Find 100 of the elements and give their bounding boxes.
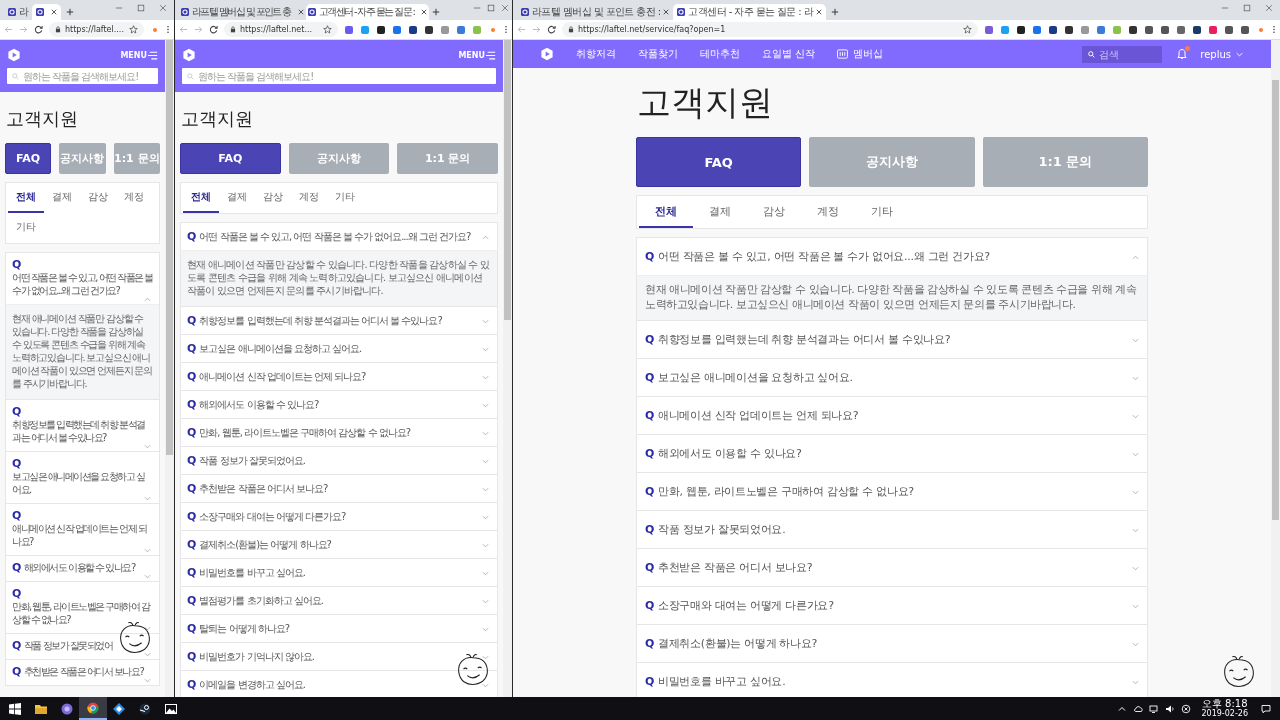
browser-tab[interactable]: 라프텔 멤버십 및 포인트 충 bbox=[179, 4, 306, 20]
question-text: 추천받은 작품은 어디서 보나요? bbox=[23, 665, 144, 678]
question-text: 추천받은 작품은 어디서 보나요? bbox=[658, 560, 813, 575]
question-text: 애니메이션 신작 업데이트는 언제 되나요? bbox=[658, 408, 859, 423]
q-label: Q bbox=[12, 457, 20, 470]
question-text: 비밀번호를 바꾸고 싶어요. bbox=[199, 565, 305, 580]
category-tab[interactable]: 계정 bbox=[801, 196, 855, 228]
question-text: 애니메이션 신작 업데이트는 언제 되나요? bbox=[199, 369, 366, 384]
q-label: Q bbox=[645, 409, 655, 422]
browser-tab[interactable]: 라 bbox=[4, 4, 32, 20]
q-label: Q bbox=[645, 447, 655, 460]
question-text: 애니메이션 신작 업데이트는 언제 되나요? bbox=[12, 522, 148, 548]
q-label: Q bbox=[645, 637, 655, 650]
category-tab[interactable]: 기타 bbox=[327, 183, 363, 213]
nav-link[interactable]: 테마추천 bbox=[700, 47, 740, 61]
question-text: 작품 정보가 잘못되었어요. bbox=[199, 453, 305, 468]
search-field[interactable]: 검색 bbox=[1082, 45, 1163, 63]
question-text: 비밀번호를 바꾸고 싶어요. bbox=[658, 674, 786, 689]
q-label: Q bbox=[187, 678, 196, 691]
question-text: 탈퇴는 어떻게 하나요? bbox=[199, 621, 290, 636]
question-text: 취향정보를 입력했는데 취향 분석결과는 어디서 볼 수있나요? bbox=[12, 418, 146, 444]
category-tab[interactable]: 감상 bbox=[80, 183, 116, 213]
browser-tab[interactable]: 라프텔 멤버십 및 포인트 충전 : bbox=[517, 4, 674, 20]
question-text: 어떤 작품은 볼 수 있고, 어떤 작품은 볼 수가 없어요...왜 그런 건가요? bbox=[12, 271, 153, 297]
category-tab[interactable]: 결제 bbox=[693, 196, 747, 228]
q-label: Q bbox=[645, 333, 655, 346]
q-label: Q bbox=[187, 622, 196, 635]
address-field[interactable]: https://laftel.... bbox=[49, 22, 144, 37]
question-text: 별점평가를 초기화하고 싶어요. bbox=[199, 593, 323, 608]
address-field[interactable]: https://laftel.net/service/faq?open=1 bbox=[562, 22, 978, 37]
nav-link[interactable]: 작품찾기 bbox=[638, 47, 678, 61]
question-text: 만화, 웹툰, 라이트노벨은 구매하여 감상할 수 없나요? bbox=[199, 425, 411, 440]
q-label: Q bbox=[645, 675, 655, 688]
menu-button[interactable]: MENU bbox=[458, 50, 496, 60]
nav-link[interactable]: 요일별 신작 bbox=[762, 47, 816, 61]
q-label: Q bbox=[12, 587, 20, 600]
browser-tab[interactable]: 고객센터 - 자주 묻는 질문 : 라 bbox=[673, 4, 827, 20]
question-text: 보고싶은 애니메이션을 요청하고 싶어요. bbox=[199, 341, 362, 356]
q-label: Q bbox=[187, 566, 196, 579]
q-label: Q bbox=[187, 650, 196, 663]
q-label: Q bbox=[645, 561, 655, 574]
category-tab[interactable]: 계정 bbox=[291, 183, 327, 213]
category-tab[interactable]: 전체 bbox=[8, 183, 44, 213]
question-text: 추천받은 작품은 어디서 보나요? bbox=[199, 481, 328, 496]
clock-date[interactable]: 2019-02-26 bbox=[1201, 709, 1248, 719]
nav-link[interactable]: 취향저격 bbox=[576, 47, 616, 61]
question-text: 어떤 작품은 볼 수 있고, 어떤 작품은 볼 수가 없어요...왜 그런 건가요? bbox=[658, 249, 990, 264]
category-tab[interactable]: 결제 bbox=[44, 183, 80, 213]
section-button[interactable]: FAQ bbox=[180, 143, 281, 174]
q-label: Q bbox=[645, 485, 655, 498]
question-text: 해외에서도 이용할 수 있나요? bbox=[658, 446, 802, 461]
q-label: Q bbox=[187, 314, 196, 327]
question-text: 이메일을 변경하고 싶어요. bbox=[199, 677, 305, 692]
category-tab[interactable]: 전체 bbox=[183, 183, 219, 213]
menu-button[interactable]: MENU bbox=[120, 50, 158, 60]
category-tab[interactable]: 감상 bbox=[747, 196, 801, 228]
q-label: Q bbox=[187, 594, 196, 607]
question-text: 작품 정보가 잘못되었어 bbox=[23, 639, 113, 652]
search-field[interactable]: 원하는 작품을 검색해보세요! bbox=[7, 68, 158, 84]
page-title: 고객지원 bbox=[6, 107, 79, 131]
q-label: Q bbox=[187, 398, 196, 411]
q-label: Q bbox=[12, 509, 20, 522]
q-label: Q bbox=[645, 599, 655, 612]
question-text: 작품 정보가 잘못되었어요. bbox=[658, 522, 786, 537]
clock-time[interactable]: 오후 8:18 bbox=[1201, 698, 1248, 709]
question-text: 비밀번호가 기억나지 않아요. bbox=[199, 649, 314, 664]
category-tab[interactable]: 감상 bbox=[255, 183, 291, 213]
page-title: 고객지원 bbox=[181, 107, 254, 131]
q-label: Q bbox=[12, 639, 20, 652]
category-tab[interactable]: 기타 bbox=[855, 196, 909, 228]
question-text: 해외에서도 이용할 수 있나요? bbox=[199, 397, 319, 412]
category-tab[interactable]: 결제 bbox=[219, 183, 255, 213]
q-label: Q bbox=[187, 370, 196, 383]
category-tab[interactable]: 전체 bbox=[639, 196, 693, 228]
user-menu[interactable]: replus bbox=[1200, 48, 1243, 60]
answer-text: 현재 애니메이션 작품만 감상할 수 있습니다. 다양한 작품을 감상하실 수 있도록 콘텐츠 수급을 위해 계속 노력하고있습니다. 보고싶으신 애니메이션 작품이 있으면 언제든지 문의를 주시기바랍니다. bbox=[637, 275, 1147, 320]
answer-text: 현재 애니메이션 작품만 감상할 수 있습니다. 다양한 작품을 감상하실 수 있도록 콘텐츠 수급을 위해 계속 노력하고있습니다. 보고싶으신 애니메이션 작품이 있으면 언제든지 문의를 주시기바랍니다. bbox=[6, 304, 159, 399]
q-label: Q bbox=[12, 405, 20, 418]
question-text: 해외에서도 이용할 수 있나요? bbox=[23, 561, 135, 574]
q-label: Q bbox=[645, 371, 655, 384]
question-text: 소장구매와 대여는 어떻게 다른가요? bbox=[199, 509, 346, 524]
question-text: 보고싶은 애니메이션을 요청하고 싶어요. bbox=[12, 470, 146, 496]
q-label: Q bbox=[187, 342, 196, 355]
address-field[interactable]: https://laftel.net... bbox=[224, 22, 338, 37]
section-button[interactable]: FAQ bbox=[636, 137, 802, 187]
category-tab[interactable]: 기타 bbox=[8, 213, 44, 243]
q-label: Q bbox=[12, 561, 20, 574]
q-label: Q bbox=[187, 538, 196, 551]
answer-text: 현재 애니메이션 작품만 감상할 수 있습니다. 다양한 작품을 감상하실 수 있도록 콘텐츠 수급을 위해 계속 노력하고있습니다. 보고싶으신 애니메이션 작품이 있으면 언제든지 문의를 주시기바랍니다. bbox=[181, 250, 497, 306]
browser-tab[interactable]: 고객센터 - 자주 묻는 질문 : bbox=[305, 4, 430, 20]
nav-link[interactable]: 멤버십 bbox=[837, 47, 884, 61]
category-tab[interactable]: 계정 bbox=[116, 183, 152, 213]
section-button[interactable]: FAQ bbox=[5, 143, 52, 174]
q-label: Q bbox=[645, 523, 655, 536]
search-field[interactable]: 원하는 작품을 검색해보세요! bbox=[182, 68, 496, 84]
question-text: 어떤 작품은 볼 수 있고, 어떤 작품은 볼 수가 없어요...왜 그런 건가요? bbox=[199, 229, 471, 244]
question-text: 취향정보를 입력했는데 취향 분석결과는 어디서 볼 수있나요? bbox=[199, 313, 442, 328]
q-label: Q bbox=[12, 258, 20, 271]
q-label: Q bbox=[645, 250, 655, 263]
q-label: Q bbox=[187, 510, 196, 523]
